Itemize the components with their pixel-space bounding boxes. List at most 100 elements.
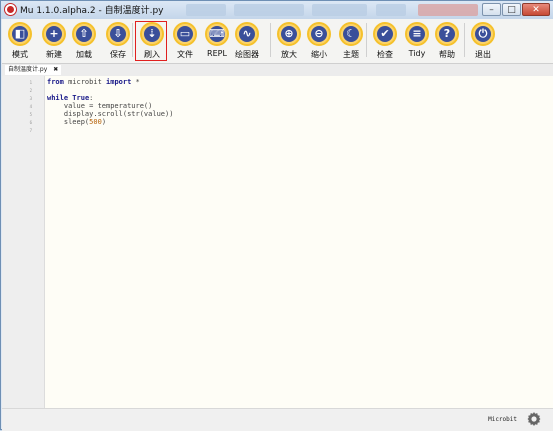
tidy-button[interactable]: ≡ Tidy [402,22,432,58]
moon-icon-glyph: ☾ [343,26,359,42]
line-number: 1 [29,80,32,85]
code-line: value = temperature() [47,102,173,110]
new-label: 新建 [46,50,62,59]
check-button[interactable]: ✔ 检查 [370,22,400,60]
line-number: 4 [29,104,32,109]
line-number: 6 [29,120,32,125]
question-icon-glyph: ? [439,26,455,42]
list-icon-glyph: ≡ [409,26,425,42]
question-icon: ? [435,22,459,46]
thumbs-up-icon: ✔ [373,22,397,46]
tidy-label: Tidy [408,49,426,58]
thumbs-up-icon-glyph: ✔ [377,26,393,42]
close-button[interactable]: ✕ [522,3,550,16]
keyboard-icon: ⌨ [205,22,229,46]
toolbar-separator [270,23,271,57]
code-text[interactable]: from microbit import * while True: value … [47,78,173,134]
code-token: import [106,78,132,86]
background-taskbar-blur [186,4,486,16]
code-token: from [47,78,64,86]
line-number: 3 [29,96,32,101]
code-line: display.scroll(str(value)) [47,110,174,118]
line-number: 5 [29,112,32,117]
code-token: while [47,94,69,102]
power-icon-glyph: ⏻ [475,26,491,42]
zoom-out-icon-glyph: ⊖ [311,26,327,42]
mu-logo-icon [4,3,17,16]
plotter-label: 绘图器 [235,50,259,59]
mode-button[interactable]: ◧ 模式 [5,22,35,60]
plus-icon-glyph: + [46,26,62,42]
check-label: 检查 [377,50,393,59]
toolbar-separator [464,23,465,57]
plotter-button[interactable]: ∿ 绘图器 [232,22,262,60]
mode-indicator[interactable]: Microbit [488,416,517,423]
maximize-button[interactable]: □ [502,3,521,16]
line-number: 2 [29,88,32,93]
flash-button-highlight [135,21,167,61]
zoom-in-label: 放大 [281,50,297,59]
upload-icon-glyph: ⇧ [76,26,92,42]
tab-close-icon[interactable]: ✖ [53,66,58,73]
files-button[interactable]: ▭ 文件 [170,22,200,60]
zoom-out-icon: ⊖ [307,22,331,46]
line-number-gutter: 1 2 3 4 5 6 7 [2,76,45,408]
code-token: True [72,94,90,102]
pulse-icon-glyph: ∿ [239,26,255,42]
tab-bar: 自制温度计.py ✖ [2,64,553,76]
save-label: 保存 [110,50,126,59]
code-token: value = temperature() [47,102,153,110]
zoom-out-button[interactable]: ⊖ 缩小 [304,22,334,60]
window-title: Mu 1.1.0.alpha.2 - 自制温度计.py [20,6,164,16]
zoom-in-button[interactable]: ⊕ 放大 [274,22,304,60]
load-button[interactable]: ⇧ 加载 [69,22,99,60]
zoom-in-icon: ⊕ [277,22,301,46]
tab-file[interactable]: 自制温度计.py ✖ [5,65,62,75]
theme-label: 主题 [343,50,359,59]
code-token: 500 [89,118,102,126]
status-bar: Microbit [2,408,553,431]
code-token: sleep( [47,118,90,126]
line-number: 7 [29,128,32,133]
repl-label: REPL [207,49,227,58]
gear-icon[interactable] [527,412,541,426]
code-token: ) [101,118,107,126]
code-token: microbit [63,78,107,86]
code-line: from microbit import * [47,78,173,86]
plus-icon: + [42,22,66,46]
new-button[interactable]: + 新建 [39,22,69,60]
repl-button[interactable]: ⌨ REPL [202,22,232,58]
download-icon-glyph: ⇩ [110,26,126,42]
zoom-in-icon-glyph: ⊕ [281,26,297,42]
title-bar: Mu 1.1.0.alpha.2 - 自制温度计.py – □ ✕ [1,1,553,19]
quit-label: 退出 [475,50,491,59]
mode-icon-glyph: ◧ [12,26,28,42]
quit-button[interactable]: ⏻ 退出 [468,22,498,60]
code-line: while True: [47,94,173,102]
pulse-icon: ∿ [235,22,259,46]
code-line: sleep(500) [47,118,173,126]
minimize-button[interactable]: – [482,3,501,16]
tab-label: 自制温度计.py [8,66,48,73]
download-icon: ⇩ [106,22,130,46]
moon-icon: ☾ [339,22,363,46]
files-icon-glyph: ▭ [177,26,193,42]
save-button[interactable]: ⇩ 保存 [103,22,133,60]
power-icon: ⏻ [471,22,495,46]
theme-button[interactable]: ☾ 主题 [336,22,366,60]
files-label: 文件 [177,50,193,59]
keyboard-icon-glyph: ⌨ [209,26,225,42]
zoom-out-label: 缩小 [311,50,327,59]
code-token: * [131,78,140,86]
files-icon: ▭ [173,22,197,46]
help-button[interactable]: ? 帮助 [432,22,462,60]
code-token: display.scroll(str(value)) [47,110,174,118]
code-editor[interactable]: 1 2 3 4 5 6 7 from microbit import * while True… [2,76,553,408]
mode-label: 模式 [12,50,28,59]
toolbar-separator [366,23,367,57]
toolbar-separator [132,23,133,57]
window-controls: – □ ✕ [482,3,550,17]
mu-editor-window: Mu 1.1.0.alpha.2 - 自制温度计.py – □ ✕ ◧ 模式 + 新建… [0,0,553,431]
